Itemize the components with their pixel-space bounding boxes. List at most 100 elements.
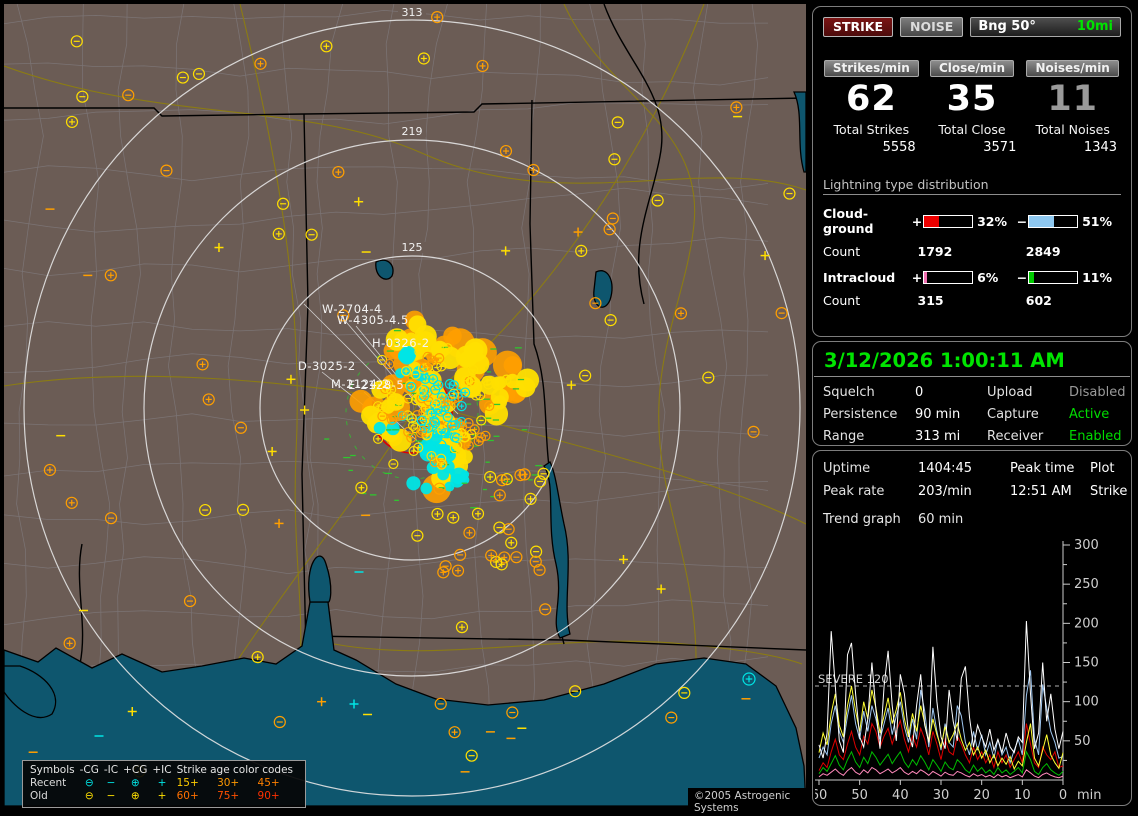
- legend-age-code: 90+: [257, 790, 280, 802]
- status-cell: Active: [1069, 407, 1110, 422]
- total-strikes-label: Total Strikes: [833, 122, 910, 137]
- cg-positive-count: 1792: [917, 244, 953, 259]
- cg-negative-count: 2849: [1025, 244, 1061, 259]
- trend-graph-value: 60 min: [918, 512, 964, 527]
- noises-per-min-column: Noises/min 11 Total Noises 1343: [1022, 57, 1123, 155]
- svg-text:200: 200: [1074, 616, 1099, 631]
- uptime-cell: Uptime: [823, 461, 871, 476]
- legend-age-code: 30+: [217, 777, 240, 789]
- svg-text:125: 125: [402, 241, 423, 254]
- total-noises-label: Total Noises: [1035, 122, 1110, 137]
- svg-text:60: 60: [815, 788, 827, 803]
- ic-negative-count: 602: [1025, 293, 1052, 308]
- svg-text:300: 300: [1074, 538, 1099, 553]
- distribution-title: Lightning type distribution: [823, 177, 1121, 195]
- bearing-range-display: Bng 50° 10mi: [970, 17, 1121, 37]
- count-label: Count: [823, 244, 861, 259]
- total-close-value: 3571: [983, 140, 1017, 155]
- noise-mode-button[interactable]: NOISE: [900, 17, 964, 37]
- legend-symbol: ⊖: [84, 777, 94, 789]
- svg-text:W-4305-4.5: W-4305-4.5: [337, 313, 409, 327]
- legend-age-code: 60+: [176, 790, 199, 802]
- date-time-display: 3/12/2026 1:00:11 AM: [814, 342, 1130, 377]
- ic-negative-pct: 11%: [1082, 270, 1113, 285]
- legend-age-code: 45+: [257, 777, 280, 789]
- svg-text:D-3025-2: D-3025-2: [298, 359, 356, 373]
- ic-positive-pct: 6%: [977, 270, 999, 285]
- status-cell: Upload: [987, 385, 1033, 400]
- intracloud-label: Intracloud: [823, 270, 896, 285]
- cg-negative-bar: [1027, 214, 1079, 228]
- uptime-cell: Strike: [1090, 484, 1128, 499]
- status-cell: 313 mi: [915, 429, 961, 444]
- intracloud-count-row: Count 315 602: [813, 293, 1131, 308]
- legend-header-cell: -CG: [79, 764, 99, 776]
- status-cell: 0: [915, 385, 924, 400]
- status-cell: Squelch: [823, 385, 875, 400]
- svg-text:219: 219: [402, 125, 423, 138]
- svg-text:E-2128-5: E-2128-5: [348, 378, 404, 392]
- close-per-min-column: Close/min 35 Total Close 3571: [922, 57, 1023, 155]
- lightning-map[interactable]: 313 219 125 W-2704-4 W-4305-4.5 H-0326-2 D-302…: [4, 4, 806, 816]
- svg-text:50: 50: [851, 788, 868, 803]
- svg-text:50: 50: [1074, 734, 1091, 749]
- trend-graph-label: Trend graph: [823, 512, 901, 527]
- svg-text:30: 30: [933, 788, 950, 803]
- noises-per-min-value: 11: [1047, 79, 1099, 119]
- legend-header-cell: Strike age color codes: [176, 764, 293, 776]
- svg-text:0: 0: [1059, 788, 1067, 803]
- legend-symbol: −: [106, 790, 116, 802]
- legend-age-code: 75+: [217, 790, 240, 802]
- legend-header-cell: -IC: [103, 764, 119, 776]
- status-cell: 90 min: [915, 407, 961, 422]
- cloud-ground-row: Cloud-ground + 32% − 51%: [813, 206, 1131, 236]
- trend-graph: 501001502002503006050403020100minSEVERE …: [815, 538, 1102, 803]
- legend-age-code: 15+: [176, 777, 199, 789]
- svg-text:313: 313: [402, 6, 423, 19]
- uptime-cell: 203/min: [918, 484, 972, 499]
- map-canvas: 313219125W-2704-4W-4305-4.5H-0326-2D-302…: [4, 4, 806, 806]
- strikes-per-min-chip: Strikes/min: [823, 60, 919, 77]
- svg-text:10: 10: [1014, 788, 1031, 803]
- plus-sign: +: [911, 213, 923, 229]
- svg-text:40: 40: [892, 788, 909, 803]
- receiver-status-grid: Squelch 0 Upload Disabled Persistence 90 min C…: [813, 377, 1131, 444]
- cloud-ground-label: Cloud-ground: [823, 206, 874, 236]
- total-close-label: Total Close: [938, 122, 1006, 137]
- strike-stats-panel: STRIKE NOISE Bng 50° 10mi Strikes/min 62…: [812, 6, 1132, 337]
- cloud-ground-count-row: Count 1792 2849: [813, 244, 1131, 259]
- legend-header-cell: +IC: [152, 764, 172, 776]
- legend-symbol: +: [157, 777, 167, 789]
- legend-row-label: Recent: [30, 777, 67, 789]
- uptime-cell: Plot: [1090, 461, 1115, 476]
- ic-negative-bar: [1027, 271, 1079, 284]
- svg-text:100: 100: [1074, 695, 1099, 710]
- noises-per-min-chip: Noises/min: [1026, 60, 1119, 77]
- count-label: Count: [823, 293, 861, 308]
- minus-sign: −: [1016, 213, 1028, 229]
- ic-positive-count: 315: [917, 293, 944, 308]
- legend-header-cell: Symbols: [30, 764, 75, 776]
- status-cell: Persistence: [823, 407, 898, 422]
- map-symbol-legend: Symbols -CG -IC +CG +IC Strike age color code…: [22, 760, 306, 808]
- clock-status-panel: 3/12/2026 1:00:11 AM Squelch 0 Upload Disab…: [812, 341, 1132, 446]
- close-per-min-value: 35: [946, 79, 998, 119]
- cg-negative-pct: 51%: [1082, 213, 1113, 229]
- total-noises-value: 1343: [1083, 140, 1118, 155]
- svg-text:20: 20: [973, 788, 990, 803]
- ic-positive-bar: [922, 271, 974, 284]
- legend-symbol: ⊖: [84, 790, 94, 802]
- total-strikes-value: 5558: [882, 140, 916, 155]
- strikes-per-min-value: 62: [845, 79, 897, 119]
- uptime-cell: Peak rate: [823, 484, 885, 499]
- legend-table: Symbols -CG -IC +CG +IC Strike age color code…: [30, 764, 298, 803]
- range-label: 10mi: [1076, 19, 1113, 34]
- close-per-min-chip: Close/min: [930, 60, 1014, 77]
- strike-mode-button[interactable]: STRIKE: [823, 17, 894, 37]
- status-cell: Range: [823, 429, 865, 444]
- legend-symbol: +: [157, 790, 167, 802]
- uptime-cell: Peak time: [1010, 461, 1075, 476]
- plus-sign: +: [911, 270, 923, 285]
- uptime-cell: 1404:45: [918, 461, 973, 476]
- legend-row-label: Old: [30, 790, 48, 802]
